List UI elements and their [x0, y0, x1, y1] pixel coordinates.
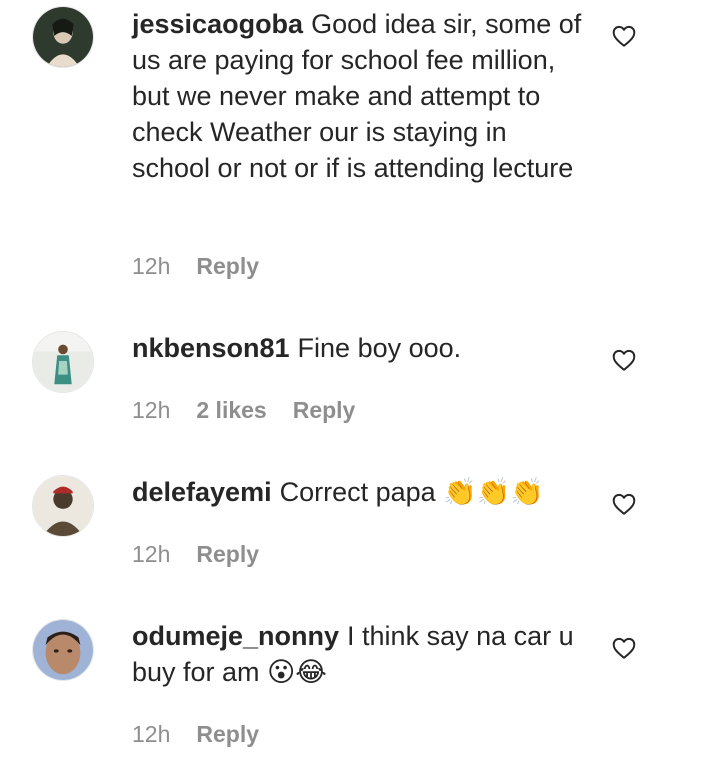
- surprised-laughing-emoji: 😮😂: [267, 657, 327, 688]
- timestamp: 12h: [132, 721, 171, 747]
- comment-text: nkbenson81 Fine boy ooo.: [132, 330, 592, 366]
- heart-outline-icon[interactable]: [611, 491, 637, 517]
- comment-meta: 12h Reply: [132, 541, 285, 568]
- username[interactable]: nkbenson81: [132, 333, 290, 363]
- comment-body: Correct papa: [279, 477, 436, 507]
- likes-count[interactable]: 2 likes: [196, 397, 266, 423]
- comments-list: jessicaogoba Good idea sir, some of us ar…: [0, 0, 720, 769]
- username[interactable]: delefayemi: [132, 477, 272, 507]
- avatar[interactable]: [32, 619, 94, 681]
- username[interactable]: jessicaogoba: [132, 9, 303, 39]
- comment-text: jessicaogoba Good idea sir, some of us ar…: [132, 6, 592, 186]
- comment-text: delefayemi Correct papa 👏👏👏: [132, 474, 592, 511]
- comment-text: odumeje_nonny I think say na car u buy fo…: [132, 618, 592, 691]
- clapping-hands-emoji: 👏👏👏: [443, 477, 545, 508]
- reply-button[interactable]: Reply: [196, 721, 259, 747]
- avatar[interactable]: [32, 331, 94, 393]
- reply-button[interactable]: Reply: [293, 397, 356, 423]
- timestamp: 12h: [132, 397, 171, 423]
- reply-button[interactable]: Reply: [196, 253, 259, 279]
- comment-meta: 12h Reply: [132, 721, 285, 748]
- heart-outline-icon[interactable]: [611, 635, 637, 661]
- avatar[interactable]: [32, 475, 94, 537]
- avatar[interactable]: [32, 6, 94, 68]
- comment-meta: 12h 2 likes Reply: [132, 397, 381, 424]
- heart-outline-icon[interactable]: [611, 347, 637, 373]
- heart-outline-icon[interactable]: [611, 23, 637, 49]
- username[interactable]: odumeje_nonny: [132, 621, 339, 651]
- reply-button[interactable]: Reply: [196, 541, 259, 567]
- comment-body: Fine boy ooo.: [297, 333, 462, 363]
- timestamp: 12h: [132, 253, 171, 279]
- timestamp: 12h: [132, 541, 171, 567]
- comment-meta: 12h Reply: [132, 253, 285, 280]
